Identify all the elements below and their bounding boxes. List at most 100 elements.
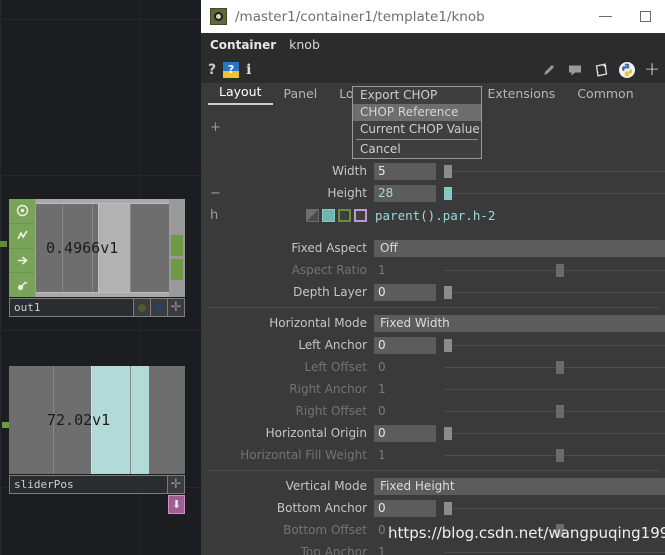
tab-panel[interactable]: Panel <box>273 86 329 105</box>
param-row-bottom-anchor[interactable]: Bottom Anchor 0 <box>201 497 665 519</box>
param-value-field[interactable]: 0 <box>374 336 436 354</box>
graph-divider <box>130 366 131 474</box>
node-output-connector[interactable] <box>171 235 183 256</box>
help-icon[interactable]: ? <box>208 62 216 78</box>
param-slider[interactable] <box>438 544 665 555</box>
node-body[interactable]: 0.4966v1 <box>0 199 185 297</box>
param-row-fixed-aspect[interactable]: Fixed Aspect Off <box>201 237 665 259</box>
python-icon[interactable] <box>618 61 635 78</box>
tab-layout[interactable]: Layout <box>208 84 273 105</box>
param-row-horizontal-mode[interactable]: Horizontal Mode Fixed Width <box>201 312 665 334</box>
param-row-top-anchor[interactable]: Top Anchor 1 <box>201 541 665 555</box>
param-slider[interactable] <box>438 284 665 301</box>
param-row-left-offset[interactable]: Left Offset 0 <box>201 356 665 378</box>
blue-dot-icon[interactable] <box>151 298 168 317</box>
tab-extensions[interactable]: Extensions <box>476 86 566 105</box>
maximize-button[interactable] <box>625 0 665 33</box>
param-slider[interactable] <box>438 262 665 279</box>
plus-icon[interactable]: ✛ <box>168 298 185 317</box>
export-chop-dropdown[interactable]: Export CHOP CHOP Reference Current CHOP … <box>352 86 482 159</box>
comment-icon[interactable] <box>566 61 583 78</box>
node-output-connector[interactable] <box>171 259 183 280</box>
param-label: Fixed Aspect <box>291 241 367 255</box>
tab-common[interactable]: Common <box>566 86 644 105</box>
param-row-horizontal-fill-weight[interactable]: Horizontal Fill Weight 1 <box>201 444 665 466</box>
param-label: Horizontal Fill Weight <box>240 448 367 462</box>
param-menu-field[interactable]: Fixed Height <box>374 477 665 495</box>
param-row-expression[interactable]: h parent().par.h-2 <box>201 204 665 226</box>
param-slider[interactable] <box>438 381 665 398</box>
param-row-depth-layer[interactable]: Depth Layer 0 <box>201 281 665 303</box>
param-row-right-offset[interactable]: Right Offset 0 <box>201 400 665 422</box>
dropdown-item-current-chop-value[interactable]: Current CHOP Value <box>353 121 481 138</box>
collapse-minus-icon[interactable]: − <box>206 186 232 201</box>
plus-icon[interactable]: + <box>644 60 660 79</box>
param-value-field[interactable]: 1 <box>374 382 436 396</box>
param-menu-field[interactable]: Fixed Width <box>374 314 665 332</box>
node-name-field[interactable]: sliderPos <box>9 475 168 494</box>
minimize-button[interactable] <box>585 0 625 33</box>
param-value-field[interactable]: 0 <box>374 499 436 517</box>
param-value-field[interactable]: 0 <box>374 424 436 442</box>
param-row-aspect-ratio[interactable]: Aspect Ratio 1 <box>201 259 665 281</box>
node-name-field[interactable]: out1 <box>9 298 134 317</box>
param-slider[interactable] <box>438 425 665 442</box>
dropdown-item-cancel[interactable]: Cancel <box>353 141 481 158</box>
pencil-icon[interactable] <box>540 61 557 78</box>
network-editor[interactable]: 0.4966v1 out1 ✛ 72.02v1 sliderPos ✛ ⬇ <box>0 0 201 555</box>
export-flag-icon[interactable] <box>9 249 35 274</box>
param-value-field[interactable]: 0 <box>374 283 436 301</box>
chop-node-sliderpos[interactable]: 72.02v1 sliderPos ✛ ⬇ <box>2 366 185 514</box>
param-value-field[interactable]: 0 <box>374 404 436 418</box>
param-slider[interactable] <box>438 447 665 464</box>
param-row-height[interactable]: − Height 28 <box>201 182 665 204</box>
title-bar[interactable]: /master1/container1/template1/knob <box>201 0 665 33</box>
clipboard-icon[interactable] <box>592 61 609 78</box>
param-slider[interactable] <box>438 185 665 202</box>
op-help-icon[interactable]: ? <box>223 61 240 78</box>
bind-mode-swatch[interactable] <box>354 208 367 222</box>
viewer-flag-icon[interactable] <box>9 199 35 224</box>
node-output-strip[interactable] <box>169 199 185 297</box>
down-arrow-icon[interactable]: ⬇ <box>168 495 185 514</box>
param-row-right-anchor[interactable]: Right Anchor 1 <box>201 378 665 400</box>
chop-value-readout: 0.4966v1 <box>46 239 119 257</box>
plus-icon[interactable]: ✛ <box>168 475 185 494</box>
param-value-field[interactable]: 0 <box>374 360 436 374</box>
dropdown-header-export-chop[interactable]: Export CHOP <box>353 87 481 104</box>
expression-mode-swatch[interactable] <box>322 208 335 222</box>
param-value-field[interactable]: 5 <box>374 162 436 180</box>
chop-graph[interactable]: 0.4966v1 <box>36 203 169 293</box>
operator-name-label: knob <box>289 37 320 52</box>
node-input-connector[interactable] <box>0 241 7 247</box>
export-mode-swatch[interactable] <box>338 208 351 222</box>
param-slider[interactable] <box>438 359 665 376</box>
param-slider[interactable] <box>438 500 665 517</box>
param-value-field[interactable]: 1 <box>374 263 436 277</box>
expression-field[interactable]: parent().par.h-2 <box>375 208 495 223</box>
param-value-field[interactable]: 1 <box>374 448 436 462</box>
param-slider[interactable] <box>438 403 665 420</box>
expand-plus-icon[interactable]: + <box>206 120 232 135</box>
node-input-connector[interactable] <box>2 422 9 428</box>
param-slider[interactable] <box>438 163 665 180</box>
dropdown-item-chop-reference[interactable]: CHOP Reference <box>353 104 481 121</box>
node-body[interactable]: 72.02v1 <box>2 366 185 474</box>
param-row-width[interactable]: Width 5 <box>201 160 665 182</box>
param-row-vertical-mode[interactable]: Vertical Mode Fixed Height <box>201 475 665 497</box>
constant-mode-swatch[interactable] <box>306 208 319 222</box>
node-flag-column[interactable] <box>9 199 36 297</box>
param-slider[interactable] <box>438 337 665 354</box>
param-value-field[interactable]: 28 <box>374 184 436 202</box>
display-flag-icon[interactable] <box>9 224 35 249</box>
param-row-left-anchor[interactable]: Left Anchor 0 <box>201 334 665 356</box>
param-menu-field[interactable]: Off <box>374 239 665 257</box>
param-value-field[interactable]: 1 <box>374 545 436 555</box>
chop-node-out1[interactable]: 0.4966v1 out1 ✛ <box>0 199 185 317</box>
lock-flag-icon[interactable] <box>9 273 35 297</box>
info-icon[interactable]: i <box>246 62 251 78</box>
parameter-list: + Width 5 − Height 28 h parent().par.h-2… <box>201 105 665 555</box>
olive-dot-icon[interactable] <box>134 298 151 317</box>
chop-graph[interactable]: 72.02v1 <box>9 366 185 474</box>
param-row-horizontal-origin[interactable]: Horizontal Origin 0 <box>201 422 665 444</box>
